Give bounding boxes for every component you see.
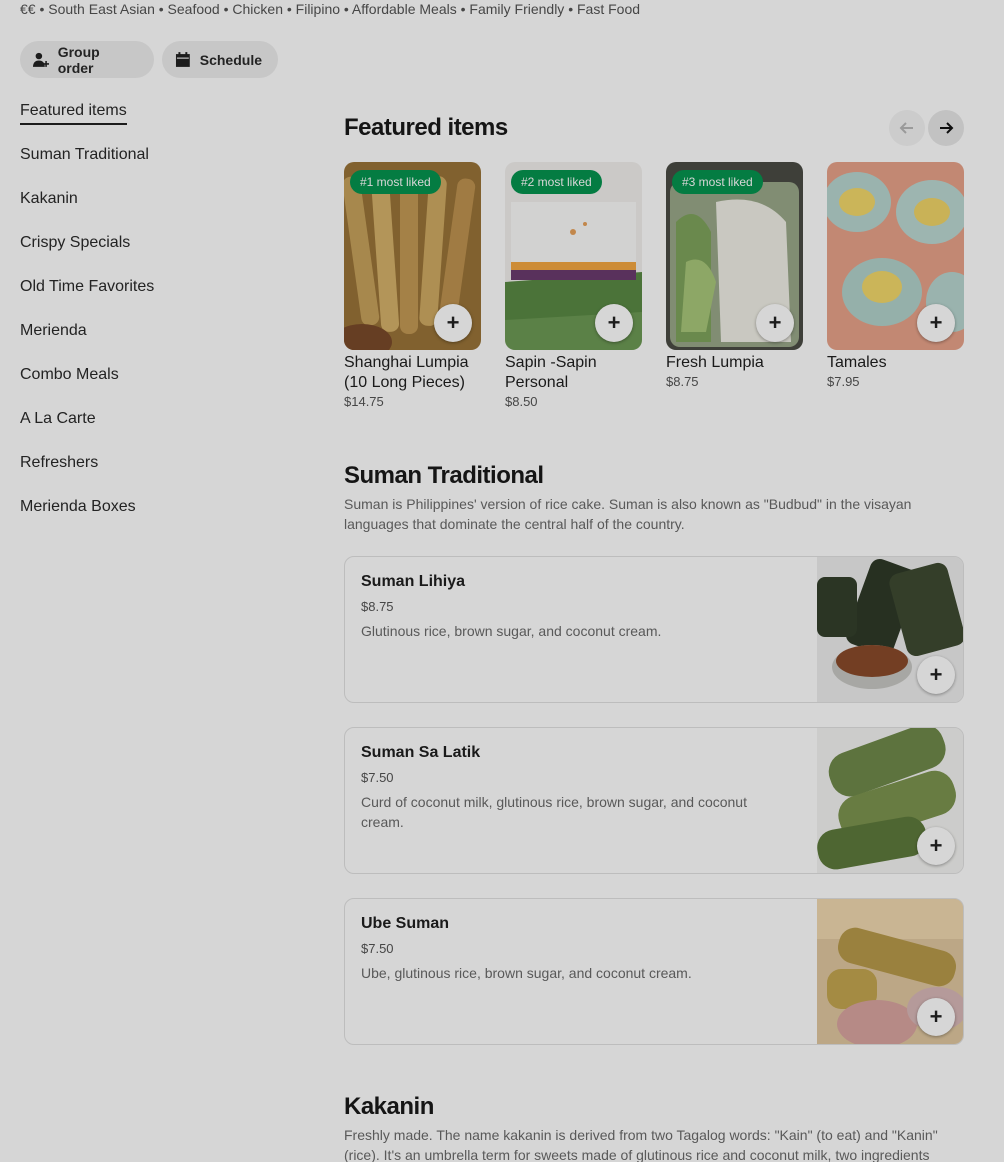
- menu-item-row[interactable]: Suman Sa Latik $7.50 Curd of coconut mil…: [344, 727, 964, 874]
- sidebar-item-merienda-boxes[interactable]: Merienda Boxes: [20, 496, 300, 540]
- item-description: Ube, glutinous rice, brown sugar, and co…: [361, 965, 692, 981]
- featured-item-card[interactable]: #2 most liked + Sapin -Sapin Personal $8…: [505, 162, 642, 409]
- featured-items-heading: Featured items: [344, 114, 508, 141]
- plus-icon: +: [607, 310, 621, 335]
- item-name: Suman Lihiya: [361, 573, 466, 590]
- schedule-label: Schedule: [199, 51, 262, 68]
- category-sidebar: Featured items Suman Traditional Kakanin…: [20, 100, 300, 540]
- item-name: Suman Sa Latik: [361, 744, 481, 761]
- section-description: Suman is Philippines' version of rice ca…: [344, 496, 912, 532]
- item-price: $8.75: [666, 374, 699, 389]
- group-order-label: Group order: [57, 43, 100, 76]
- item-price: $8.75: [361, 599, 394, 614]
- sidebar-item-label: A La Carte: [20, 410, 96, 427]
- sidebar-item-label: Suman Traditional: [20, 146, 149, 163]
- carousel-next-button[interactable]: [928, 110, 964, 146]
- sidebar-item-suman-traditional[interactable]: Suman Traditional: [20, 144, 300, 188]
- section-heading-kakanin: Kakanin: [344, 1093, 434, 1120]
- add-item-button[interactable]: +: [917, 304, 955, 342]
- section-heading-suman-traditional: Suman Traditional: [344, 462, 544, 489]
- arrow-left-icon: [899, 122, 913, 134]
- sidebar-item-merienda[interactable]: Merienda: [20, 320, 300, 364]
- sidebar-item-old-time-favorites[interactable]: Old Time Favorites: [20, 276, 300, 320]
- sidebar-item-featured-items[interactable]: Featured items: [20, 100, 300, 144]
- sidebar-item-label: Featured items: [20, 100, 127, 125]
- sidebar-item-kakanin[interactable]: Kakanin: [20, 188, 300, 232]
- food-photo: #3 most liked +: [666, 162, 803, 350]
- calendar-icon: [175, 51, 190, 67]
- plus-icon: +: [929, 833, 943, 858]
- food-photo: +: [827, 162, 964, 350]
- sidebar-item-label: Crispy Specials: [20, 234, 131, 251]
- add-item-button[interactable]: +: [917, 827, 955, 865]
- item-name: Shanghai Lumpia (10 Long Pieces): [344, 354, 469, 391]
- featured-item-card[interactable]: #3 most liked + Fresh Lumpia $8.75: [666, 162, 803, 389]
- sidebar-item-combo-meals[interactable]: Combo Meals: [20, 364, 300, 408]
- item-price: $14.75: [344, 394, 384, 409]
- sidebar-item-label: Combo Meals: [20, 366, 119, 383]
- store-tags: €€ • South East Asian • Seafood • Chicke…: [20, 1, 641, 17]
- item-price: $7.50: [361, 770, 394, 785]
- sidebar-item-label: Merienda: [20, 322, 87, 339]
- add-item-button[interactable]: +: [595, 304, 633, 342]
- item-name: Sapin -Sapin Personal: [505, 354, 597, 391]
- plus-icon: +: [929, 662, 943, 687]
- add-item-button[interactable]: +: [756, 304, 794, 342]
- food-photo: #2 most liked +: [505, 162, 642, 350]
- sidebar-item-label: Refreshers: [20, 454, 99, 471]
- item-description: Glutinous rice, brown sugar, and coconut…: [361, 623, 662, 639]
- featured-item-card[interactable]: + Tamales $7.95: [827, 162, 964, 389]
- add-item-button[interactable]: +: [917, 656, 955, 694]
- carousel-prev-button[interactable]: [889, 110, 925, 146]
- sidebar-item-a-la-carte[interactable]: A La Carte: [20, 408, 300, 452]
- item-name: Tamales: [827, 354, 887, 371]
- rank-badge: #2 most liked: [511, 170, 602, 194]
- arrow-right-icon: [940, 122, 954, 134]
- sidebar-item-crispy-specials[interactable]: Crispy Specials: [20, 232, 300, 276]
- add-item-button[interactable]: +: [434, 304, 472, 342]
- group-order-button[interactable]: Group order: [20, 41, 154, 78]
- item-name: Fresh Lumpia: [666, 354, 764, 371]
- plus-icon: +: [446, 310, 460, 335]
- rank-badge: #1 most liked: [350, 170, 441, 194]
- menu-item-row[interactable]: Suman Lihiya $8.75 Glutinous rice, brown…: [344, 556, 964, 703]
- sidebar-item-label: Old Time Favorites: [20, 278, 155, 295]
- plus-icon: +: [929, 1004, 943, 1029]
- plus-icon: +: [768, 310, 782, 335]
- menu-item-row[interactable]: Ube Suman $7.50 Ube, glutinous rice, bro…: [344, 898, 964, 1045]
- item-description: Curd of coconut milk, glutinous rice, br…: [361, 794, 747, 830]
- add-person-icon: [32, 52, 50, 67]
- plus-icon: +: [929, 310, 943, 335]
- sidebar-item-label: Kakanin: [20, 190, 78, 207]
- rank-badge: #3 most liked: [672, 170, 763, 194]
- schedule-button[interactable]: Schedule: [162, 41, 278, 78]
- item-name: Ube Suman: [361, 915, 450, 932]
- sidebar-item-refreshers[interactable]: Refreshers: [20, 452, 300, 496]
- section-description: Freshly made. The name kakanin is derive…: [344, 1127, 938, 1162]
- item-price: $7.95: [827, 374, 860, 389]
- add-item-button[interactable]: +: [917, 998, 955, 1036]
- store-menu-page: €€ • South East Asian • Seafood • Chicke…: [0, 0, 1004, 1162]
- sidebar-item-label: Merienda Boxes: [20, 498, 136, 515]
- featured-item-card[interactable]: #1 most liked + Shanghai Lumpia (10 Long…: [344, 162, 481, 409]
- food-photo: #1 most liked +: [344, 162, 481, 350]
- item-price: $8.50: [505, 394, 538, 409]
- item-price: $7.50: [361, 941, 394, 956]
